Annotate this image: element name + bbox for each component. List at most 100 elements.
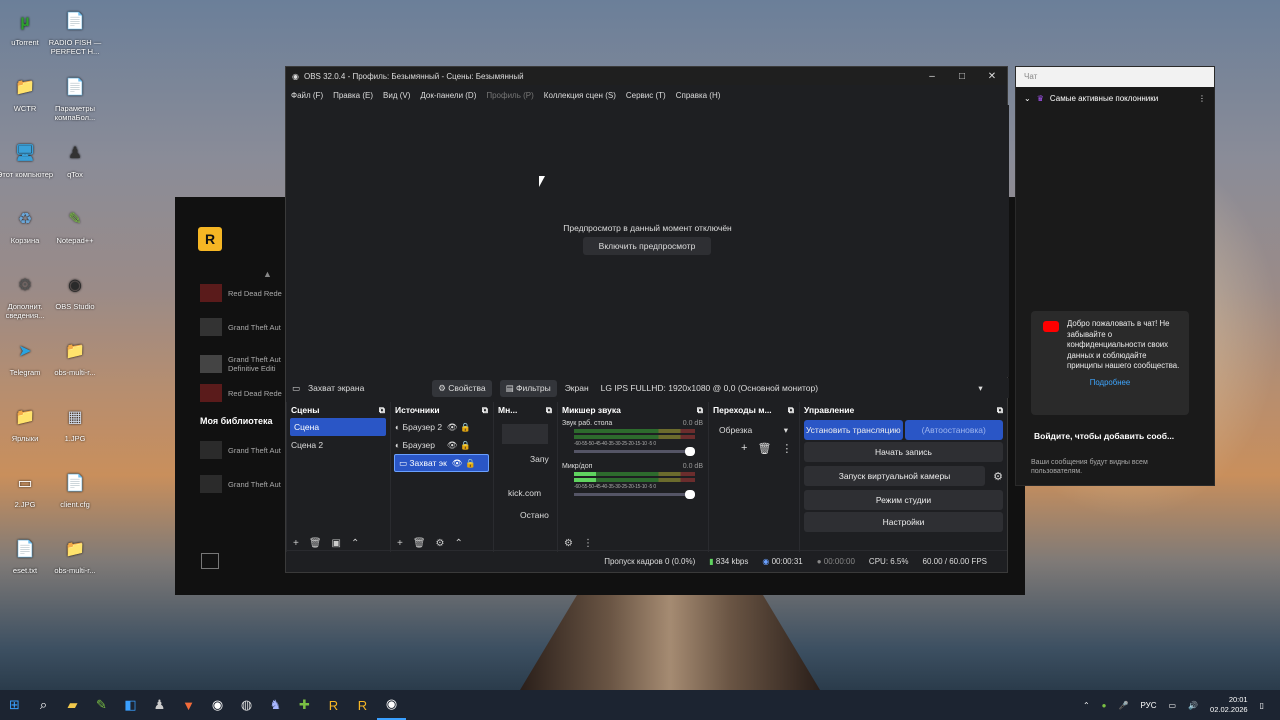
more-icon[interactable]: ⋮ <box>583 538 593 549</box>
menu-profile[interactable]: Профиль (P) <box>486 91 533 100</box>
minimize-icon[interactable]: – <box>917 71 947 82</box>
desktop-icon[interactable]: ✎ Notepad++ <box>45 204 105 245</box>
rockstar-icon[interactable]: R <box>319 690 348 720</box>
app-icon[interactable]: ♞ <box>261 690 290 720</box>
game-item[interactable]: Grand Theft Aut <box>200 439 290 461</box>
preview-area[interactable]: Предпросмотр в данный момент отключён Вк… <box>286 105 1009 377</box>
menu-scene-collection[interactable]: Коллекция сцен (S) <box>544 91 616 100</box>
filter-icon[interactable]: ▣ <box>332 538 341 549</box>
more-icon[interactable]: ⋮ <box>781 442 792 455</box>
source-item[interactable]: ◐ Браузер 👁 🔒 <box>391 436 492 454</box>
desktop-icon[interactable]: 📄 Параметры компаБол... <box>45 72 105 122</box>
start-stream-button[interactable]: Установить трансляцию <box>804 420 903 440</box>
settings-button[interactable]: Настройки <box>804 512 1003 532</box>
file-explorer-icon[interactable]: ▰ <box>58 690 87 720</box>
rockstar-logo[interactable]: R <box>198 227 222 251</box>
record-app-icon[interactable]: ◉ <box>203 690 232 720</box>
up-icon[interactable]: ⌃ <box>455 538 463 549</box>
kick-link[interactable]: kick.com <box>508 488 556 498</box>
filters-button[interactable]: ▤ Фильтры <box>499 379 557 397</box>
menu-view[interactable]: Вид (V) <box>383 91 410 100</box>
game-item[interactable]: Grand Theft Aut <box>200 473 290 495</box>
game-item[interactable]: Red Dead Rede <box>200 382 290 404</box>
meter-scale: -60-55-50-45-40-35-30-25-20-15-10 -5 0 <box>574 484 656 490</box>
desktop-icon[interactable]: ▦ 1.JPG <box>45 402 105 443</box>
add-icon[interactable]: + <box>741 442 747 455</box>
start-button[interactable]: Запу <box>530 454 556 464</box>
more-icon[interactable]: ⋮ <box>1198 94 1206 103</box>
microphone-icon[interactable]: 🎤 <box>1119 701 1129 710</box>
stop-button[interactable]: Остано <box>520 510 556 520</box>
start-recording-button[interactable]: Начать запись <box>804 442 1003 462</box>
volume-icon[interactable]: 🔊 <box>1188 701 1198 710</box>
file-icon: 📁 <box>65 342 85 360</box>
source-item[interactable]: ▭ Захват эк 👁 🔒 <box>394 454 489 472</box>
chevron-down-icon[interactable]: ⌄ <box>1024 94 1031 103</box>
search-icon[interactable]: ⌕ <box>29 690 58 720</box>
mixer-settings-icon[interactable]: ⚙ <box>564 538 573 549</box>
undock-icon[interactable]: ⧉ <box>697 405 703 416</box>
desktop-icon[interactable]: 📄 RADIO FISH — PERFECT H... <box>45 6 105 56</box>
transition-select[interactable]: Обрезка ▾ <box>715 422 792 438</box>
rockstar-icon[interactable]: R <box>348 690 377 720</box>
add-icon[interactable]: + <box>293 538 299 549</box>
undock-icon[interactable]: ⧉ <box>546 405 552 416</box>
volume-slider[interactable] <box>574 447 695 456</box>
desktop-icon[interactable]: ♟ qTox <box>45 138 105 179</box>
gear-icon[interactable]: ⚙ <box>436 538 445 549</box>
steam-icon[interactable]: ◍ <box>232 690 261 720</box>
up-icon[interactable]: ⌃ <box>351 538 359 549</box>
notifications-icon[interactable]: ▯ <box>1260 701 1264 710</box>
scene-item[interactable]: Сцена <box>290 418 386 436</box>
collapse-arrow-icon[interactable]: ▲ <box>263 269 272 279</box>
network-icon[interactable]: ▭ <box>1169 701 1177 710</box>
close-icon[interactable]: ✕ <box>977 71 1007 82</box>
menu-docks[interactable]: Док-панели (D) <box>420 91 476 100</box>
monitor-select[interactable]: LG IPS FULLHD: 1920x1080 @ 0,0 (Основной… <box>596 380 989 396</box>
notepad-icon[interactable]: ✎ <box>87 690 116 720</box>
undock-icon[interactable]: ⧉ <box>482 405 488 416</box>
tray-app-icon[interactable]: ● <box>1102 701 1107 710</box>
store-icon[interactable]: ◧ <box>116 690 145 720</box>
source-item[interactable]: ◐ Браузер 2 👁 🔒 <box>391 418 492 436</box>
gear-icon[interactable]: ⚙ <box>989 470 1007 483</box>
desktop-icon[interactable]: 📁 obs-multi-r... <box>45 534 105 575</box>
menu-help[interactable]: Справка (H) <box>676 91 721 100</box>
virtual-camera-button[interactable]: Запуск виртуальной камеры <box>804 466 985 486</box>
auto-stop-button[interactable]: (Автоостановка) <box>904 420 1003 440</box>
desktop-icon[interactable]: 📁 obs-multi-r... <box>45 336 105 377</box>
chevron-up-icon[interactable]: ⌃ <box>1083 701 1090 710</box>
menu-edit[interactable]: Правка (E) <box>333 91 373 100</box>
undock-icon[interactable]: ⧉ <box>379 405 385 416</box>
volume-slider[interactable] <box>574 490 695 499</box>
game-item[interactable]: Red Dead Rede <box>200 282 290 304</box>
desktop-icon[interactable]: 📄 client.cfg <box>45 468 105 509</box>
clock[interactable]: 20:01 02.02.2026 <box>1210 695 1248 715</box>
learn-more-link[interactable]: Подробнее <box>1039 378 1181 389</box>
trash-icon[interactable]: 🗑 <box>413 538 426 549</box>
menu-file[interactable]: Файл (F) <box>291 91 323 100</box>
enable-preview-button[interactable]: Включить предпросмотр <box>583 237 711 255</box>
game-item[interactable]: Grand Theft Aut Definitive Editi <box>200 349 290 379</box>
scene-item[interactable]: Сцена 2 <box>287 436 389 454</box>
windows-start-icon[interactable]: ⊞ <box>0 690 29 720</box>
sign-in-prompt[interactable]: Войдите, чтобы добавить сооб... <box>1034 431 1174 441</box>
properties-button[interactable]: ⚙ Свойства <box>432 379 492 397</box>
brave-icon[interactable]: ▼ <box>174 690 203 720</box>
game-item[interactable]: Grand Theft Aut <box>200 316 290 338</box>
undock-icon[interactable]: ⧉ <box>788 405 794 416</box>
app-icon[interactable]: ♟ <box>145 690 174 720</box>
utorrent-icon[interactable]: ✚ <box>290 690 319 720</box>
language-indicator[interactable]: РУС <box>1140 701 1156 710</box>
maximize-icon[interactable]: □ <box>947 71 977 82</box>
trash-icon[interactable]: 🗑 <box>309 538 322 549</box>
add-icon[interactable]: + <box>397 538 403 549</box>
menu-tools[interactable]: Сервис (T) <box>626 91 666 100</box>
chat-mode[interactable]: Самые активные поклонники <box>1050 94 1158 103</box>
undock-icon[interactable]: ⧉ <box>997 405 1003 416</box>
desktop-icon[interactable]: ◉ OBS Studio <box>45 270 105 311</box>
sidebar-toggle-icon[interactable] <box>201 553 219 569</box>
trash-icon[interactable]: 🗑 <box>757 442 771 455</box>
studio-mode-button[interactable]: Режим студии <box>804 490 1003 510</box>
obs-icon[interactable]: ◉ <box>377 690 406 720</box>
